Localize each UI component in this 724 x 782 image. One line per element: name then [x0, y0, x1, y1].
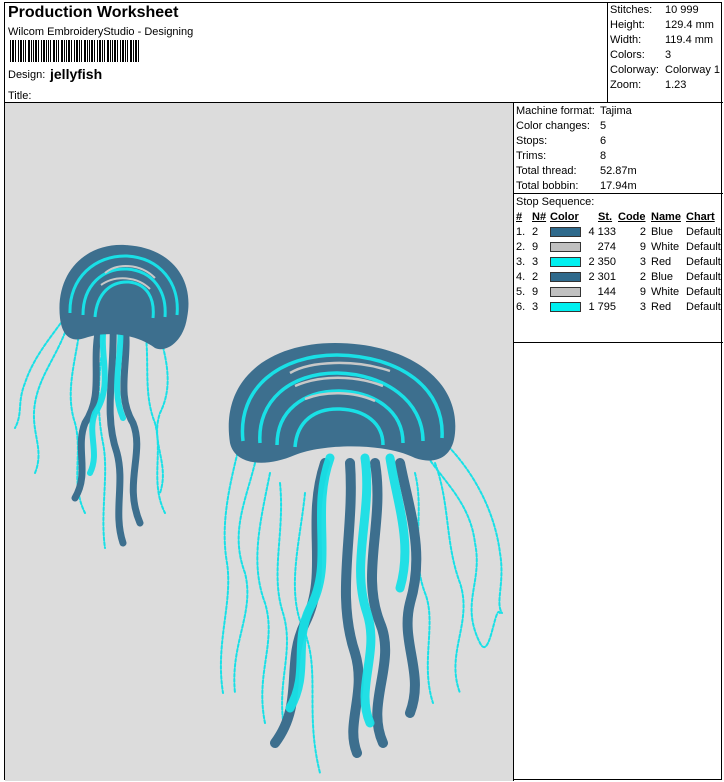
- stop-row-chart: Default: [686, 226, 721, 238]
- stop-row-num: 2.: [516, 241, 526, 253]
- stat-zoom: Zoom: 1.23: [610, 79, 687, 91]
- barcode: [10, 40, 139, 62]
- stop-row-code: 3: [639, 301, 646, 313]
- title-label: Title:: [8, 90, 32, 102]
- total-thread: Total thread: 52.87m: [516, 165, 637, 177]
- stop-row-code: 3: [639, 256, 646, 268]
- stop-row-code: 9: [639, 241, 646, 253]
- stop-row-name: Red: [651, 301, 672, 313]
- stat-height: Height: 129.4 mm: [610, 19, 714, 31]
- trims-count: Trims: 8: [516, 150, 607, 162]
- color-swatch: [550, 227, 581, 237]
- stop-row-stitches: 4 133: [588, 226, 616, 238]
- stat-width: Width: 119.4 mm: [610, 34, 714, 46]
- stop-sequence-title: Stop Sequence:: [516, 196, 595, 208]
- stop-row-num: 1.: [516, 226, 526, 238]
- stat-stitches: Stitches: 10 999: [610, 4, 699, 16]
- stop-row-name: White: [651, 241, 680, 253]
- stat-colors: Colors: 3: [610, 49, 672, 61]
- small-jellyfish: [14, 244, 189, 549]
- color-swatch: [550, 242, 581, 252]
- stop-row-num: 3.: [516, 256, 526, 268]
- stop-row-code: 9: [639, 286, 646, 298]
- col-header-name: Name: [651, 211, 681, 223]
- stop-row-needle: 3: [532, 301, 539, 313]
- machine-format: Machine format: Tajima: [516, 105, 632, 117]
- stat-colorway: Colorway: Colorway 1: [610, 64, 721, 76]
- large-jellyfish: [219, 343, 503, 774]
- stop-row-code: 2: [639, 271, 646, 283]
- color-swatch: [550, 287, 581, 297]
- color-swatch: [550, 302, 581, 312]
- stops-count: Stops: 6: [516, 135, 607, 147]
- design-preview: [5, 103, 514, 781]
- stop-row-stitches: 2 350: [588, 256, 616, 268]
- design-label: Design:: [8, 69, 46, 81]
- stop-row-chart: Default: [686, 286, 721, 298]
- col-header-num: #: [516, 211, 523, 223]
- stop-row-num: 4.: [516, 271, 526, 283]
- stop-sequence-panel: Stop Sequence: # N# Color St. Code Name …: [514, 194, 723, 343]
- color-swatch: [550, 257, 581, 267]
- stop-row-name: Blue: [651, 271, 674, 283]
- col-header-color: Color: [550, 211, 579, 223]
- stop-row-name: Blue: [651, 226, 674, 238]
- color-changes: Color changes: 5: [516, 120, 607, 132]
- total-bobbin: Total bobbin: 17.94m: [516, 180, 637, 192]
- jellyfish-embroidery-image: [14, 244, 503, 774]
- stop-row-needle: 9: [532, 286, 539, 298]
- color-swatch: [550, 272, 581, 282]
- stop-row-stitches: 2 301: [588, 271, 616, 283]
- stop-row-chart: Default: [686, 271, 721, 283]
- stop-row-num: 6.: [516, 301, 526, 313]
- stop-row-stitches: 1 795: [588, 301, 616, 313]
- machine-info-panel: Machine format: Tajima Color changes: 5 St…: [514, 103, 723, 194]
- stop-row-stitches: 274: [597, 241, 616, 253]
- stop-row-stitches: 144: [597, 286, 616, 298]
- stop-row-name: Red: [651, 256, 672, 268]
- col-header-code: Code: [618, 211, 646, 223]
- stop-row-needle: 2: [532, 226, 539, 238]
- stop-row-name: White: [651, 286, 680, 298]
- worksheet-header: Production Worksheet Wilcom EmbroiderySt…: [5, 3, 608, 103]
- stop-row-needle: 3: [532, 256, 539, 268]
- stop-row-needle: 2: [532, 271, 539, 283]
- design-name: jellyfish: [50, 66, 103, 82]
- stop-row-chart: Default: [686, 301, 721, 313]
- software-name: Wilcom EmbroideryStudio - Designing: [8, 26, 194, 38]
- stop-row-code: 2: [639, 226, 646, 238]
- col-header-needle: N#: [532, 211, 547, 223]
- page-title: Production Worksheet: [8, 4, 179, 21]
- stop-row-num: 5.: [516, 286, 526, 298]
- stop-row-chart: Default: [686, 256, 721, 268]
- col-header-stitches: St.: [598, 211, 613, 223]
- worksheet-frame: Production Worksheet Wilcom EmbroiderySt…: [4, 2, 723, 781]
- stop-row-needle: 9: [532, 241, 539, 253]
- stats-panel: Stitches: 10 999 Height: 129.4 mm Width: 11…: [608, 3, 723, 103]
- col-header-chart: Chart: [686, 211, 715, 223]
- stop-row-chart: Default: [686, 241, 721, 253]
